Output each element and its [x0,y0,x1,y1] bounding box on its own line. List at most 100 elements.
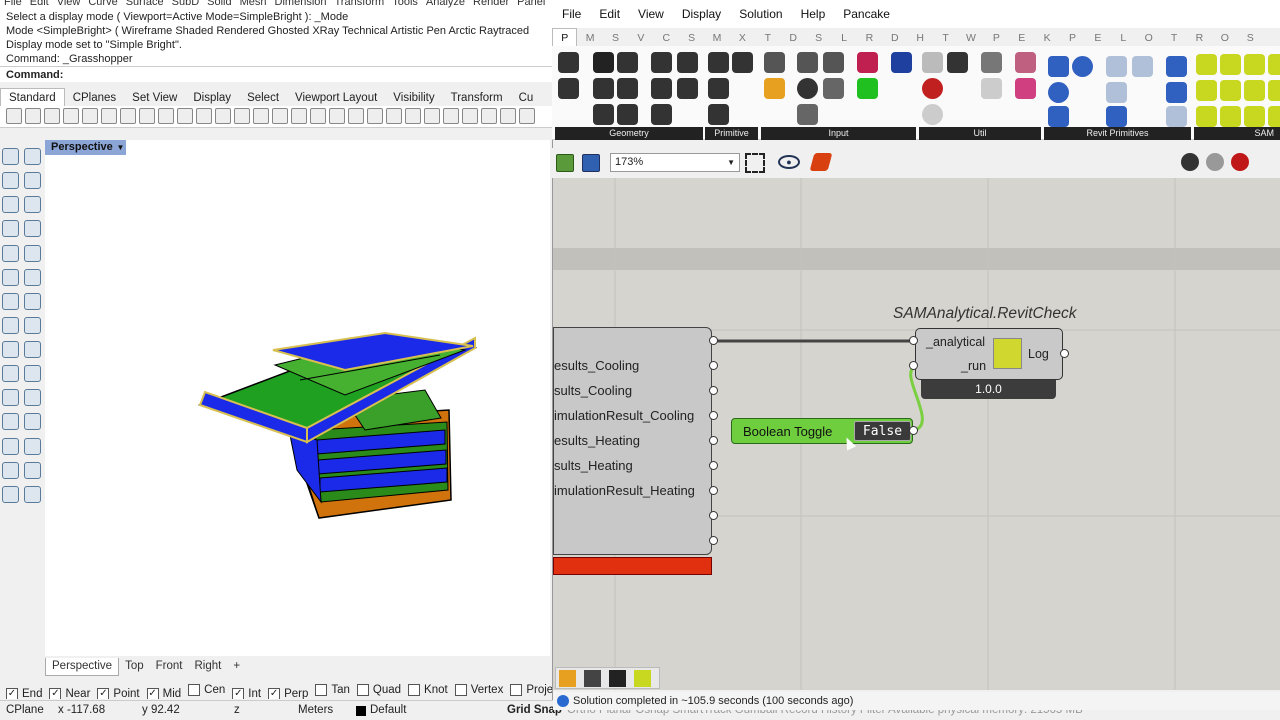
input-analytical[interactable]: _analytical [926,335,985,349]
command-prompt[interactable]: Command: [0,66,552,82]
arrow-right-icon[interactable] [981,52,1002,73]
gh-menu-edit[interactable]: Edit [599,7,620,21]
standard-tool-icon[interactable] [424,108,440,124]
gh-tab[interactable]: S [1238,29,1263,47]
geometry-icon[interactable] [558,52,579,73]
input-icon[interactable] [857,52,878,73]
osnap-vertex[interactable]: Vertex [454,681,503,699]
sam-icon[interactable] [1244,54,1265,75]
tab-viewport-layout[interactable]: Viewport Layout [287,89,385,106]
gh-tab[interactable]: M [704,29,729,47]
geometry-icon[interactable] [617,104,638,125]
standard-tool-icon[interactable] [177,108,193,124]
standard-tool-icon[interactable] [25,108,41,124]
standard-tool-icon[interactable] [234,108,250,124]
tab-cplanes[interactable]: CPlanes [65,89,124,106]
output-param[interactable]: imulationResult_Heating [554,483,695,498]
gh-tab[interactable]: P [552,28,578,48]
gh-tab[interactable]: W [958,29,983,47]
rhino-menu-item[interactable]: Solid [207,0,231,8]
left-tool-icon[interactable] [24,365,41,383]
tab-transform[interactable]: Transform [443,89,511,106]
geometry-icon[interactable] [677,52,698,73]
left-tool-icon[interactable] [24,220,41,238]
preview-mode-icon[interactable] [1181,153,1199,171]
primitive-icon[interactable] [732,52,753,73]
gh-menu-pancake[interactable]: Pancake [843,7,890,21]
sam-icon[interactable] [1220,106,1241,127]
rhino-menu-item[interactable]: Transform [335,0,385,8]
geometry-icon[interactable] [558,78,579,99]
left-tool-icon[interactable] [24,244,41,262]
rhino-menu-item[interactable]: Render [473,0,509,8]
standard-tool-icon[interactable] [82,108,98,124]
osnap-perp[interactable]: ✓ Perp [268,685,308,699]
util-icon[interactable] [1015,52,1036,73]
gh-tab[interactable]: O [1136,29,1161,47]
heatmap-icon[interactable] [559,670,576,687]
revit-icon[interactable] [1166,56,1187,77]
standard-tool-icon[interactable] [443,108,459,124]
output-param[interactable]: imulationResult_Cooling [554,408,694,423]
gh-tab[interactable]: H [907,29,932,47]
gh-tab[interactable]: S [603,29,628,47]
osnap-project[interactable]: Project [510,681,552,699]
viewport-tab-front[interactable]: Front [150,658,189,675]
standard-tool-icon[interactable] [196,108,212,124]
util-icon[interactable] [947,52,968,73]
left-tool-icon[interactable] [24,148,41,165]
tab-select[interactable]: Select [239,89,287,106]
standard-tool-icon[interactable] [101,108,117,124]
primitive-icon[interactable] [708,52,729,73]
geometry-icon[interactable] [677,78,698,99]
left-tool-icon[interactable] [2,413,19,431]
osnap-near[interactable]: ✓ Near [49,685,90,699]
input-icon[interactable] [797,78,818,99]
left-tool-icon[interactable] [24,268,41,286]
left-tool-icon[interactable] [2,485,19,503]
osnap-mid[interactable]: ✓ Mid [146,685,181,699]
standard-tool-icon[interactable] [44,108,60,124]
input-icon[interactable] [764,52,785,73]
revit-icon[interactable] [1048,106,1069,127]
open-file-icon[interactable] [556,154,574,172]
left-tool-icon[interactable] [2,389,19,407]
left-tool-icon[interactable] [24,461,41,479]
revit-icon[interactable] [1048,82,1069,103]
revit-icon[interactable] [1072,56,1093,77]
viewport-tab-right[interactable]: Right [188,658,227,675]
left-tool-icon[interactable] [24,485,41,503]
rhino-menu-item[interactable]: Curve [88,0,117,8]
left-tool-icon[interactable] [2,148,19,165]
rhino-menu-item[interactable]: SubD [172,0,200,8]
util-icon[interactable] [922,52,943,73]
simulation-component[interactable]: esults_Cooling sults_Cooling imulationRe… [553,327,712,555]
sam-icon[interactable] [1268,106,1280,127]
rhino-menu-item[interactable]: Tools [392,0,418,8]
left-tool-icon[interactable] [2,292,19,310]
sam-icon[interactable] [1268,54,1280,75]
standard-tool-icon[interactable] [310,108,326,124]
gh-menu-solution[interactable]: Solution [739,7,782,21]
osnap-quad[interactable]: Quad [356,681,401,699]
gh-tab[interactable]: T [933,29,958,47]
sam-icon[interactable] [1196,80,1217,101]
geometry-icon[interactable] [651,104,672,125]
standard-tool-icon[interactable] [405,108,421,124]
standard-tool-icon[interactable] [386,108,402,124]
rhino-menu-item[interactable]: Edit [30,0,49,8]
sam-icon[interactable] [1220,80,1241,101]
ghost-icon[interactable] [922,104,943,125]
left-tool-icon[interactable] [24,437,41,455]
primitive-icon[interactable] [708,104,729,125]
sam-icon[interactable] [1196,106,1217,127]
panel-label-revit-primitives[interactable]: Revit Primitives [1044,127,1191,140]
osnap-cen[interactable]: Cen [188,681,225,699]
gh-tab[interactable]: S [679,29,704,47]
left-tool-icon[interactable] [24,413,41,431]
left-tool-icon[interactable] [2,220,19,238]
gh-tab[interactable]: V [628,29,653,47]
viewport-tab-top[interactable]: Top [119,658,150,675]
rhino-menu-item[interactable]: Analyze [426,0,465,8]
add-viewport-icon[interactable]: + [227,658,246,675]
